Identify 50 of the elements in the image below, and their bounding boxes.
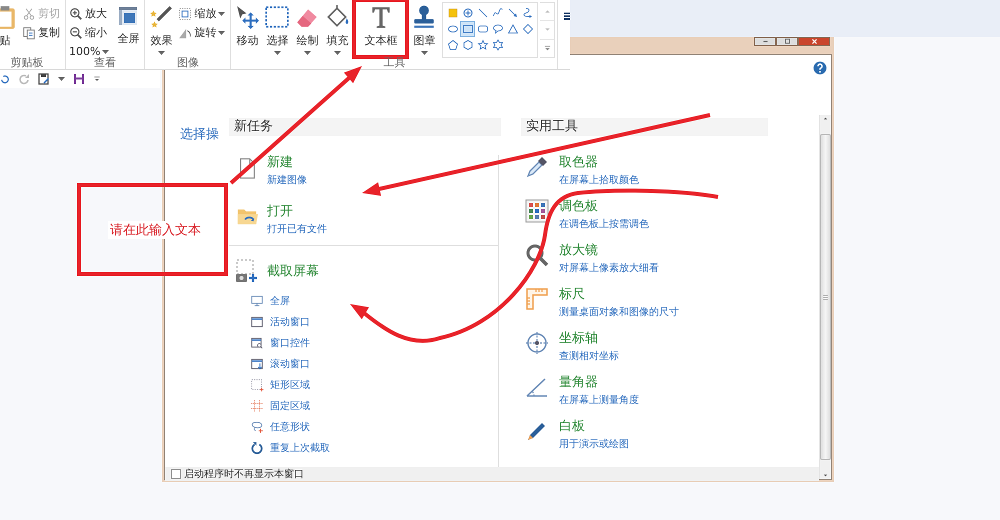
- tool-description: 在调色板上按需调色: [559, 219, 649, 231]
- tool-button[interactable]: 放大: [68, 5, 110, 22]
- section-header: 新任务: [229, 118, 501, 136]
- dropdown-tool-button[interactable]: 填充: [323, 2, 352, 55]
- group-label: 剪贴板: [10, 57, 44, 69]
- task-link[interactable]: 打开: [267, 204, 327, 219]
- capture-mode-link[interactable]: 任意形状: [250, 419, 498, 435]
- group-label: 工具: [382, 57, 406, 69]
- tool-button[interactable]: 移动: [233, 2, 262, 55]
- group-label: 查看: [93, 57, 118, 69]
- tool-link[interactable]: 取色器: [559, 155, 639, 170]
- tool-link[interactable]: 坐标轴: [559, 331, 619, 346]
- capture-mode-link[interactable]: 活动窗口: [250, 314, 498, 330]
- tool-button[interactable]: 缩小: [68, 24, 110, 41]
- tool-description: 在屏幕上拾取颜色: [559, 175, 639, 187]
- tool-button[interactable]: 全屏: [114, 2, 142, 55]
- tool-link[interactable]: 标尺: [559, 287, 679, 302]
- task-description: 打开已有文件: [267, 224, 327, 236]
- task-link[interactable]: 新建: [267, 155, 307, 170]
- section-label: 选择操: [180, 126, 220, 143]
- section-header: 实用工具: [521, 118, 768, 136]
- task-description: 新建图像: [267, 175, 307, 187]
- tool-link[interactable]: 白板: [559, 419, 629, 434]
- group-label: 图像: [176, 57, 200, 69]
- dropdown-tool-button[interactable]: 图章: [410, 2, 438, 55]
- tool-button[interactable]: 文本框: [356, 2, 406, 55]
- dropdown-tool-button[interactable]: 选择: [263, 2, 292, 55]
- dropdown-tool-button[interactable]: 绘制: [293, 2, 322, 55]
- checkbox-label: 启动程序时不再显示本窗口: [184, 468, 304, 481]
- capture-mode-link[interactable]: 固定区域: [250, 398, 498, 414]
- tool-description: 对屏幕上像素放大细看: [559, 263, 659, 275]
- tool-link[interactable]: 放大镜: [559, 243, 659, 258]
- capture-mode-link[interactable]: 重复上次截取: [250, 440, 498, 456]
- task-link[interactable]: 截取屏幕: [267, 264, 319, 278]
- capture-mode-link[interactable]: 矩形区域: [250, 377, 498, 393]
- tool-description: 测量桌面对象和图像的尺寸: [559, 307, 679, 319]
- tool-button[interactable]: 贴: [0, 2, 19, 55]
- tool-link[interactable]: 调色板: [559, 199, 649, 214]
- tool-description: 用于演示或绘图: [559, 439, 629, 451]
- capture-mode-link[interactable]: 滚动窗口: [250, 356, 498, 372]
- dropdown-tool-button[interactable]: 缩放: [177, 5, 226, 22]
- tool-link[interactable]: 量角器: [559, 375, 639, 390]
- annotation-text: 请在此输入文本: [108, 220, 203, 238]
- capture-mode-link[interactable]: 窗口控件: [250, 335, 498, 351]
- dropdown-tool-button[interactable]: 旋转: [177, 24, 226, 41]
- tool-description: 查测相对坐标: [559, 351, 619, 363]
- capture-mode-link[interactable]: 全屏: [250, 293, 498, 309]
- dropdown-tool-button[interactable]: 效果: [147, 2, 176, 55]
- tool-button[interactable]: 复制: [21, 24, 61, 41]
- tool-description: 在屏幕上测量角度: [559, 395, 639, 407]
